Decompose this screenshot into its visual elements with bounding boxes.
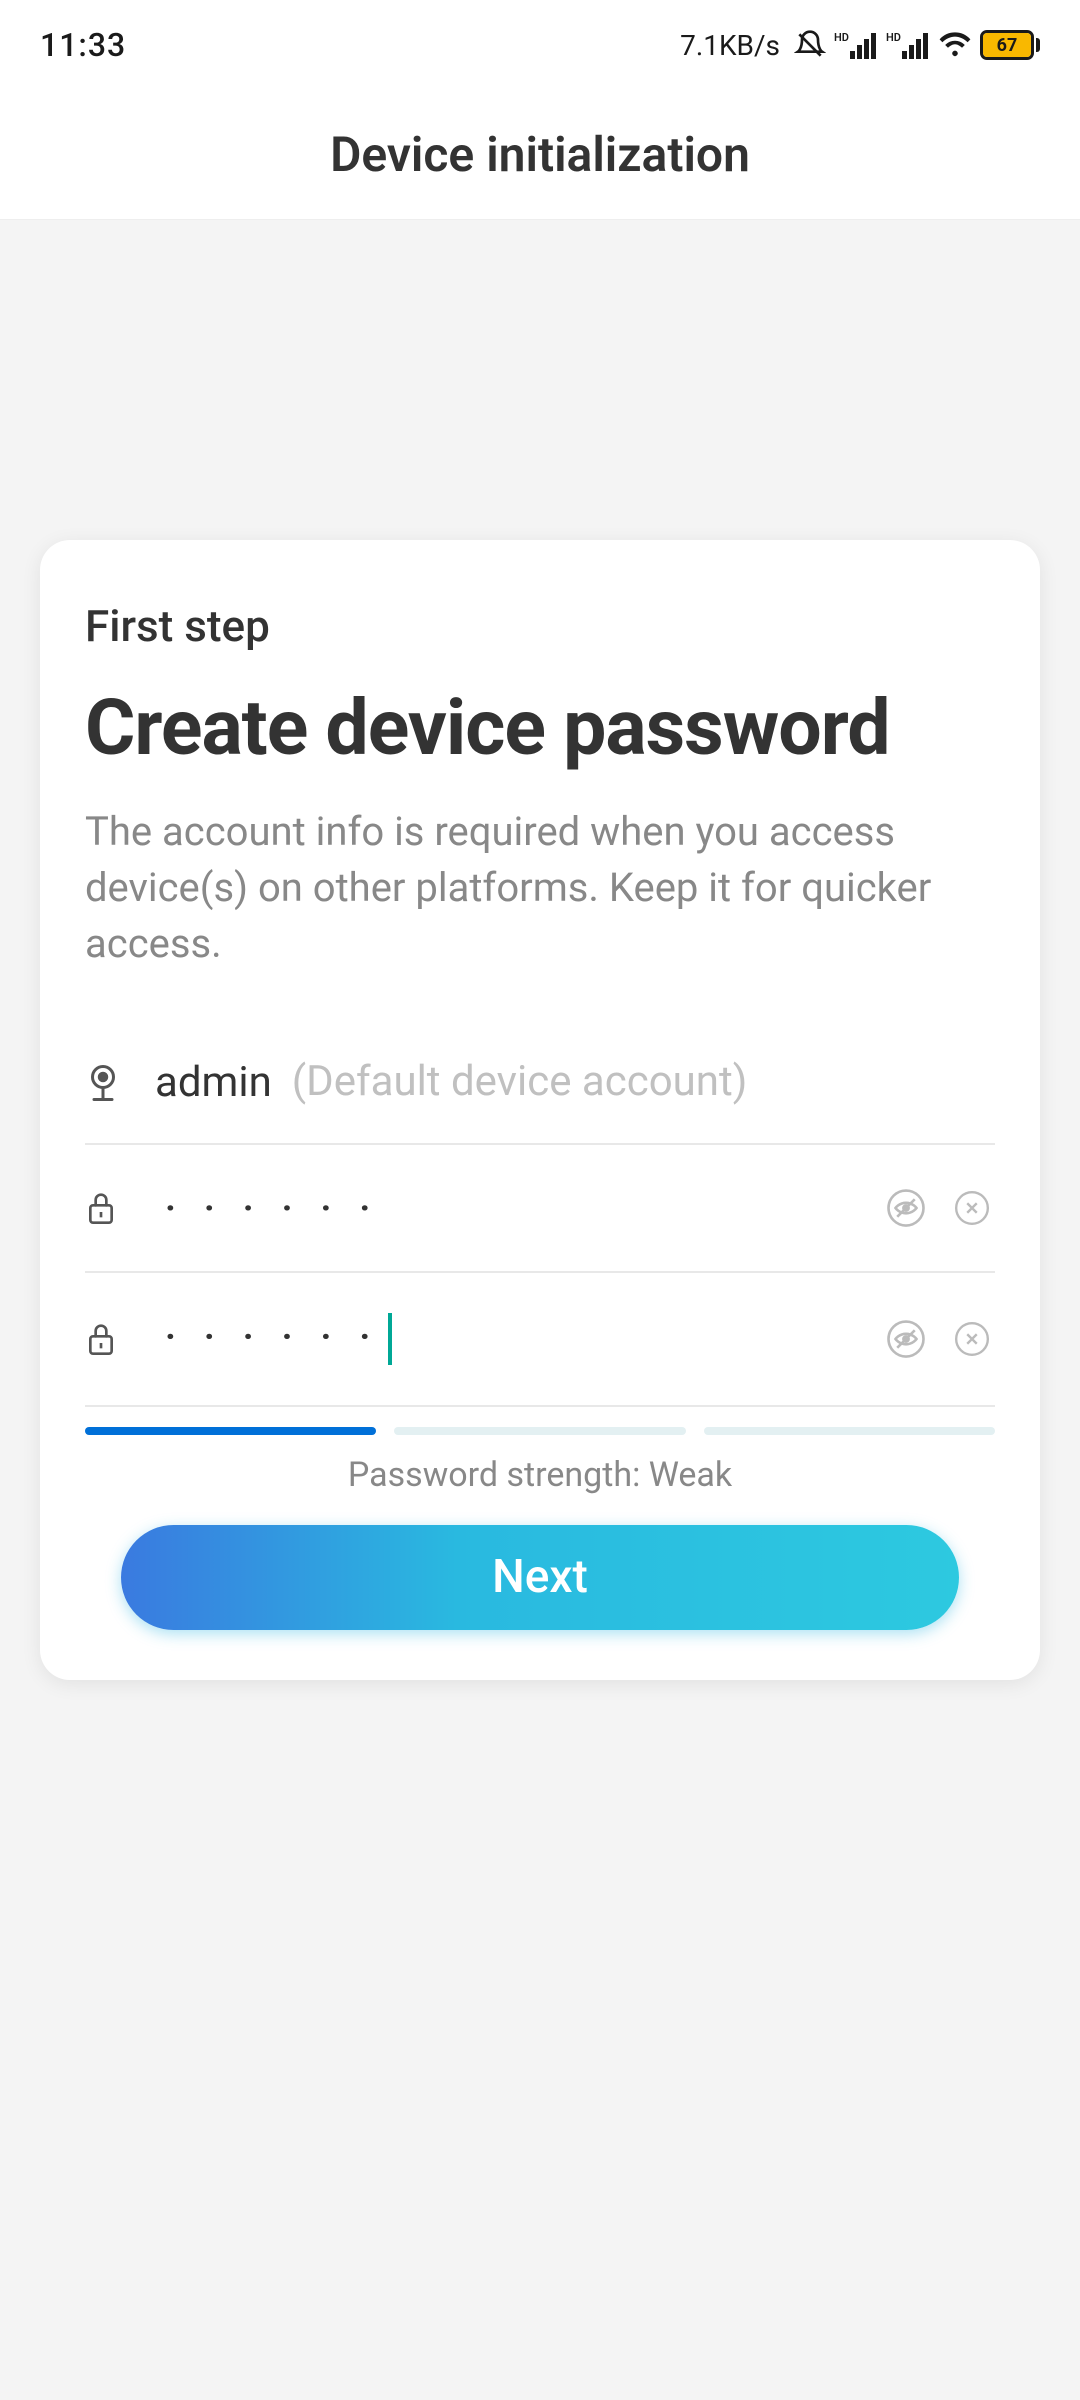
mute-icon (794, 29, 826, 61)
next-button-label: Next (492, 1550, 588, 1604)
strength-bar-1 (85, 1427, 376, 1435)
strength-bar-3 (704, 1427, 995, 1435)
signal-icon: HD (834, 31, 878, 59)
clear-icon[interactable] (949, 1316, 995, 1362)
signal-icon-2: HD (886, 31, 930, 59)
confirm-password-value: ······ (165, 1313, 883, 1365)
clear-icon[interactable] (949, 1185, 995, 1231)
status-right-cluster: 7.1KB/s HD HD (680, 29, 1040, 62)
svg-text:HD: HD (834, 31, 849, 44)
username-field: admin (Default device account) (85, 1022, 995, 1144)
password-value: ······ (165, 1187, 883, 1229)
status-time: 11:33 (40, 26, 126, 64)
password-field[interactable]: ······ (85, 1145, 995, 1273)
eye-hidden-icon[interactable] (883, 1316, 929, 1362)
lock-icon (85, 1320, 135, 1358)
content-area: First step Create device password The ac… (0, 220, 1080, 1680)
page-title: Device initialization (330, 126, 750, 183)
next-button[interactable]: Next (121, 1525, 958, 1630)
confirm-password-field[interactable]: ······ (85, 1273, 995, 1407)
status-bar: 11:33 7.1KB/s HD HD (0, 0, 1080, 90)
eye-hidden-icon[interactable] (883, 1185, 929, 1231)
strength-label: Password strength: Weak (85, 1455, 995, 1495)
form-card: First step Create device password The ac… (40, 540, 1040, 1680)
strength-bar-2 (394, 1427, 685, 1435)
battery-level: 67 (983, 33, 1031, 57)
username-hint: (Default device account) (292, 1057, 748, 1107)
step-label: First step (85, 600, 995, 652)
card-title: Create device password (85, 682, 995, 774)
battery-icon: 67 (980, 30, 1040, 60)
svg-text:HD: HD (886, 31, 901, 44)
confirm-password-text: ······ (165, 1315, 398, 1357)
username-value: admin (155, 1058, 272, 1107)
app-header: Device initialization (0, 90, 1080, 220)
strength-indicator (85, 1427, 995, 1435)
text-cursor (388, 1313, 392, 1365)
card-description: The account info is required when you ac… (85, 804, 995, 972)
network-speed: 7.1KB/s (680, 29, 780, 62)
wifi-icon (938, 31, 972, 59)
user-icon (85, 1063, 135, 1103)
lock-icon (85, 1189, 135, 1227)
